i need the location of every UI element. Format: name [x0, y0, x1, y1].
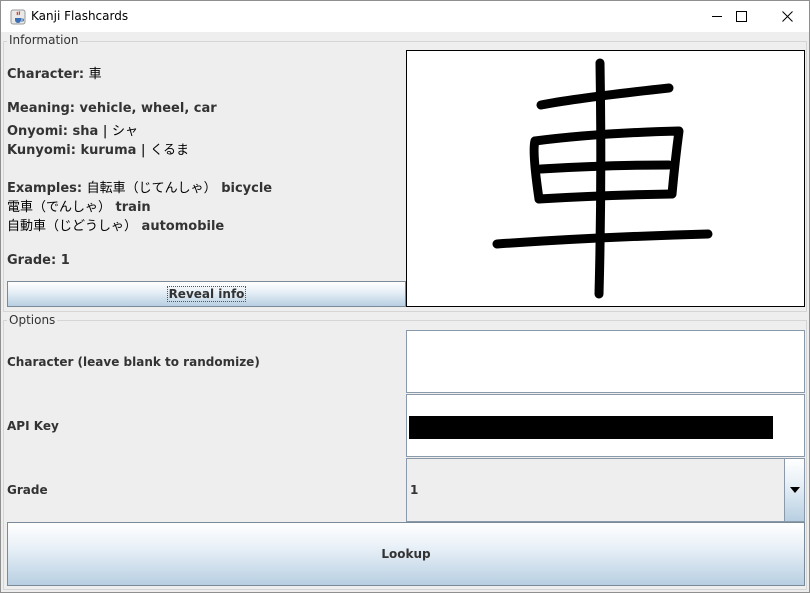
- lookup-button[interactable]: Lookup: [7, 522, 805, 586]
- maximize-button[interactable]: [718, 1, 764, 32]
- meaning-label: Meaning:: [7, 101, 75, 116]
- example-word: 自動車（じどうしゃ）: [7, 219, 138, 234]
- maximize-icon: [735, 11, 747, 22]
- grade-label: Grade:: [7, 253, 57, 268]
- onyomi-kana: シャ: [112, 124, 139, 139]
- kanji-glyph-drawing: [492, 58, 713, 299]
- example-meaning: train: [115, 200, 151, 215]
- api-key-label: API Key: [7, 419, 59, 433]
- examples-line-1: Examples: 自転車（じてんしゃ） bicycle: [7, 177, 272, 196]
- examples-line-2: 電車（でんしゃ） train: [7, 196, 151, 215]
- examples-label: Examples:: [7, 181, 83, 196]
- grade-line: Grade: 1: [7, 253, 70, 268]
- character-input[interactable]: [407, 331, 804, 392]
- reveal-info-label: Reveal info: [166, 286, 247, 302]
- chevron-down-icon: [789, 487, 800, 493]
- close-icon: [781, 11, 793, 22]
- grade-value: 1: [60, 253, 70, 268]
- window-title: Kanji Flashcards: [31, 9, 129, 23]
- grade-select-label: Grade: [7, 483, 48, 497]
- character-input-label: Character (leave blank to randomize): [7, 355, 260, 369]
- kunyomi-label: Kunyomi:: [7, 143, 76, 158]
- character-line: Character: 車: [7, 63, 102, 82]
- kanji-image: [406, 50, 805, 307]
- api-key-masked-value: [409, 416, 773, 439]
- java-cup-icon: [10, 9, 26, 25]
- grade-selected-value: 1: [410, 483, 419, 497]
- kunyomi-kana: くるま: [150, 143, 189, 158]
- main-content: Information Character: 車 Meaning: vehicl…: [1, 32, 809, 592]
- kunyomi-romaji: kuruma |: [80, 143, 146, 158]
- api-key-field[interactable]: [406, 394, 805, 457]
- onyomi-line: Onyomi: sha | シャ: [7, 120, 138, 139]
- meaning-value: vehicle, wheel, car: [79, 101, 217, 116]
- information-legend: Information: [7, 33, 81, 47]
- example-word: 電車（でんしゃ）: [7, 200, 112, 215]
- kunyomi-line: Kunyomi: kuruma | くるま: [7, 139, 189, 158]
- app-window: Kanji Flashcards Information Character: …: [0, 0, 810, 593]
- grade-select[interactable]: 1: [406, 458, 805, 522]
- lookup-label: Lookup: [381, 547, 431, 561]
- onyomi-romaji: sha |: [72, 124, 108, 139]
- meaning-line: Meaning: vehicle, wheel, car: [7, 101, 217, 116]
- close-button[interactable]: [764, 1, 810, 32]
- reveal-info-button[interactable]: Reveal info: [7, 281, 406, 307]
- onyomi-label: Onyomi:: [7, 124, 68, 139]
- title-bar[interactable]: Kanji Flashcards: [1, 1, 809, 32]
- example-meaning: automobile: [141, 219, 225, 234]
- character-field[interactable]: [406, 330, 805, 393]
- example-word: 自転車（じてんしゃ）: [86, 181, 217, 196]
- character-value: 車: [88, 67, 102, 82]
- grade-dropdown-button[interactable]: [784, 459, 804, 521]
- options-legend: Options: [7, 313, 58, 327]
- example-meaning: bicycle: [221, 181, 273, 196]
- examples-line-3: 自動車（じどうしゃ） automobile: [7, 215, 224, 234]
- character-label: Character:: [7, 67, 85, 82]
